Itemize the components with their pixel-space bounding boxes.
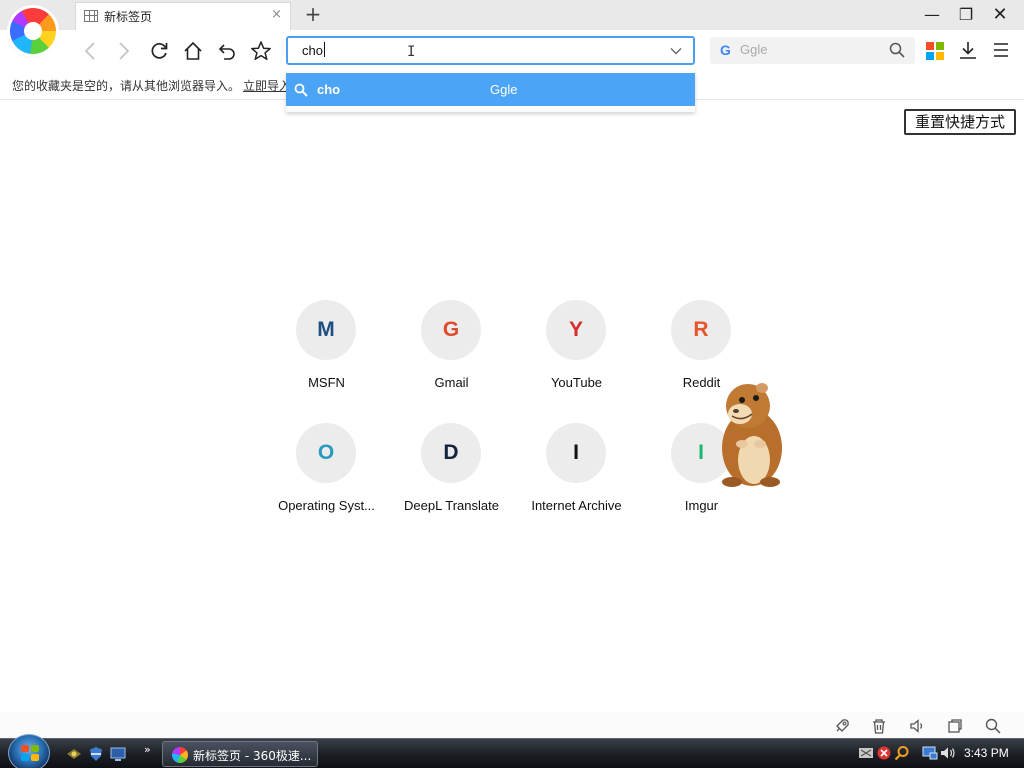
undo-close-tab-button[interactable]	[213, 37, 241, 65]
shortcut-letter-icon: O	[296, 423, 356, 483]
i-beam-cursor-icon: I	[407, 44, 416, 60]
shortcut-tile[interactable]: O Operating Syst...	[264, 423, 389, 523]
forward-button[interactable]	[110, 37, 138, 65]
address-bar[interactable]: cho I	[286, 36, 695, 65]
search-icon	[294, 83, 308, 97]
tab-strip: 新标签页 × + — ❐ ✕	[0, 0, 1024, 30]
bookmarks-import-link[interactable]: 立即导入	[243, 77, 291, 94]
tray-network-icon[interactable]	[858, 745, 874, 761]
undo-close-icon	[218, 44, 235, 60]
shortcut-tile[interactable]: I Internet Archive	[514, 423, 639, 523]
status-bar	[0, 712, 1024, 738]
windows-logo-icon	[21, 745, 39, 761]
tab-close-button[interactable]: ×	[271, 7, 282, 22]
start-button[interactable]	[8, 734, 50, 768]
restore-button[interactable]: ❐	[952, 4, 980, 26]
reload-icon	[151, 43, 168, 59]
back-icon	[84, 42, 95, 60]
quicklaunch-more-button[interactable]: »	[144, 743, 151, 756]
browser-icon	[172, 747, 188, 763]
suggestion-engine: Ggle	[490, 82, 518, 97]
shortcut-tile[interactable]: D DeepL Translate	[389, 423, 514, 523]
chevron-down-icon[interactable]	[669, 44, 683, 58]
minimize-button[interactable]: —	[918, 4, 946, 26]
suggestion-query: cho	[317, 82, 341, 97]
forward-icon	[119, 42, 130, 60]
shortcut-label: Operating Syst...	[278, 498, 375, 513]
bookmarks-empty-text: 您的收藏夹是空的，请从其他浏览器导入。	[12, 79, 241, 93]
favorite-button[interactable]	[247, 37, 275, 65]
download-icon[interactable]	[958, 40, 978, 60]
toolbar: cho I G Ggle	[0, 30, 1024, 72]
home-icon	[184, 41, 202, 60]
browser-logo-icon[interactable]	[10, 8, 56, 54]
tray-clock: 3:43 PM	[964, 746, 1009, 760]
search-placeholder[interactable]: Ggle	[740, 42, 767, 57]
shortcut-label: Gmail	[434, 375, 469, 390]
search-icon[interactable]	[985, 718, 1001, 734]
shortcut-label: YouTube	[550, 375, 603, 390]
taskbar-window-button[interactable]: 新标签页 - 360极速...	[162, 741, 318, 767]
window-icon[interactable]	[947, 718, 963, 734]
tray-search-icon[interactable]	[894, 745, 910, 761]
close-window-button[interactable]: ✕	[986, 4, 1014, 26]
apps-grid-icon[interactable]	[926, 42, 944, 60]
shortcut-tile[interactable]: M MSFN	[264, 300, 389, 400]
shortcut-label: DeepL Translate	[404, 498, 499, 513]
search-box[interactable]: G Ggle	[710, 37, 915, 64]
shortcut-letter-icon: M	[296, 300, 356, 360]
new-tab-button[interactable]: +	[302, 2, 324, 26]
shortcut-label: Imgur	[684, 498, 719, 513]
shortcut-letter-icon: R	[671, 300, 731, 360]
google-icon: G	[720, 42, 731, 58]
tab-new-tab[interactable]: 新标签页 ×	[75, 2, 291, 30]
speaker-icon[interactable]	[909, 718, 925, 734]
shortcut-label: MSFN	[308, 375, 345, 390]
shortcut-tile[interactable]: G Gmail	[389, 300, 514, 400]
shortcut-letter-icon: D	[421, 423, 481, 483]
text-caret	[323, 42, 325, 57]
tray-display-icon[interactable]	[922, 745, 938, 761]
home-button[interactable]	[179, 37, 207, 65]
search-icon[interactable]	[889, 42, 905, 58]
taskbar: » 新标签页 - 360极速... 3:43 PM	[0, 734, 1024, 768]
address-input[interactable]: cho	[302, 42, 325, 58]
omnibox-suggestion-popup: cho Ggle	[286, 72, 695, 112]
reload-button[interactable]	[145, 37, 173, 65]
tray-security-alert-icon[interactable]	[876, 745, 892, 761]
rocket-icon[interactable]	[834, 718, 850, 734]
menu-icon[interactable]	[992, 42, 1010, 58]
system-tray: 3:43 PM	[852, 739, 1024, 768]
shortcut-letter-icon: Y	[546, 300, 606, 360]
shortcut-letter-icon: I	[546, 423, 606, 483]
tab-title: 新标签页	[104, 10, 153, 24]
quicklaunch-shield-icon[interactable]	[88, 746, 104, 762]
shortcut-grid: M MSFN G Gmail Y YouTube R Reddit O Operating Sys…	[264, 300, 764, 530]
shortcut-tile[interactable]: Y YouTube	[514, 300, 639, 400]
quicklaunch-browser-icon[interactable]	[66, 746, 82, 762]
back-button[interactable]	[76, 37, 104, 65]
shortcut-label: Internet Archive	[531, 498, 622, 513]
reset-shortcuts-button[interactable]: 重置快捷方式	[904, 109, 1016, 135]
shortcut-letter-icon: G	[421, 300, 481, 360]
page-icon	[84, 10, 98, 22]
hamster-mascot-icon	[722, 383, 782, 487]
quicklaunch-desktop-icon[interactable]	[110, 746, 126, 762]
trash-icon[interactable]	[871, 718, 887, 734]
suggestion-item[interactable]: cho Ggle	[286, 73, 695, 106]
star-icon	[251, 41, 271, 61]
tray-volume-icon[interactable]	[940, 745, 956, 761]
taskbar-window-label: 新标签页 - 360极速...	[193, 749, 312, 763]
